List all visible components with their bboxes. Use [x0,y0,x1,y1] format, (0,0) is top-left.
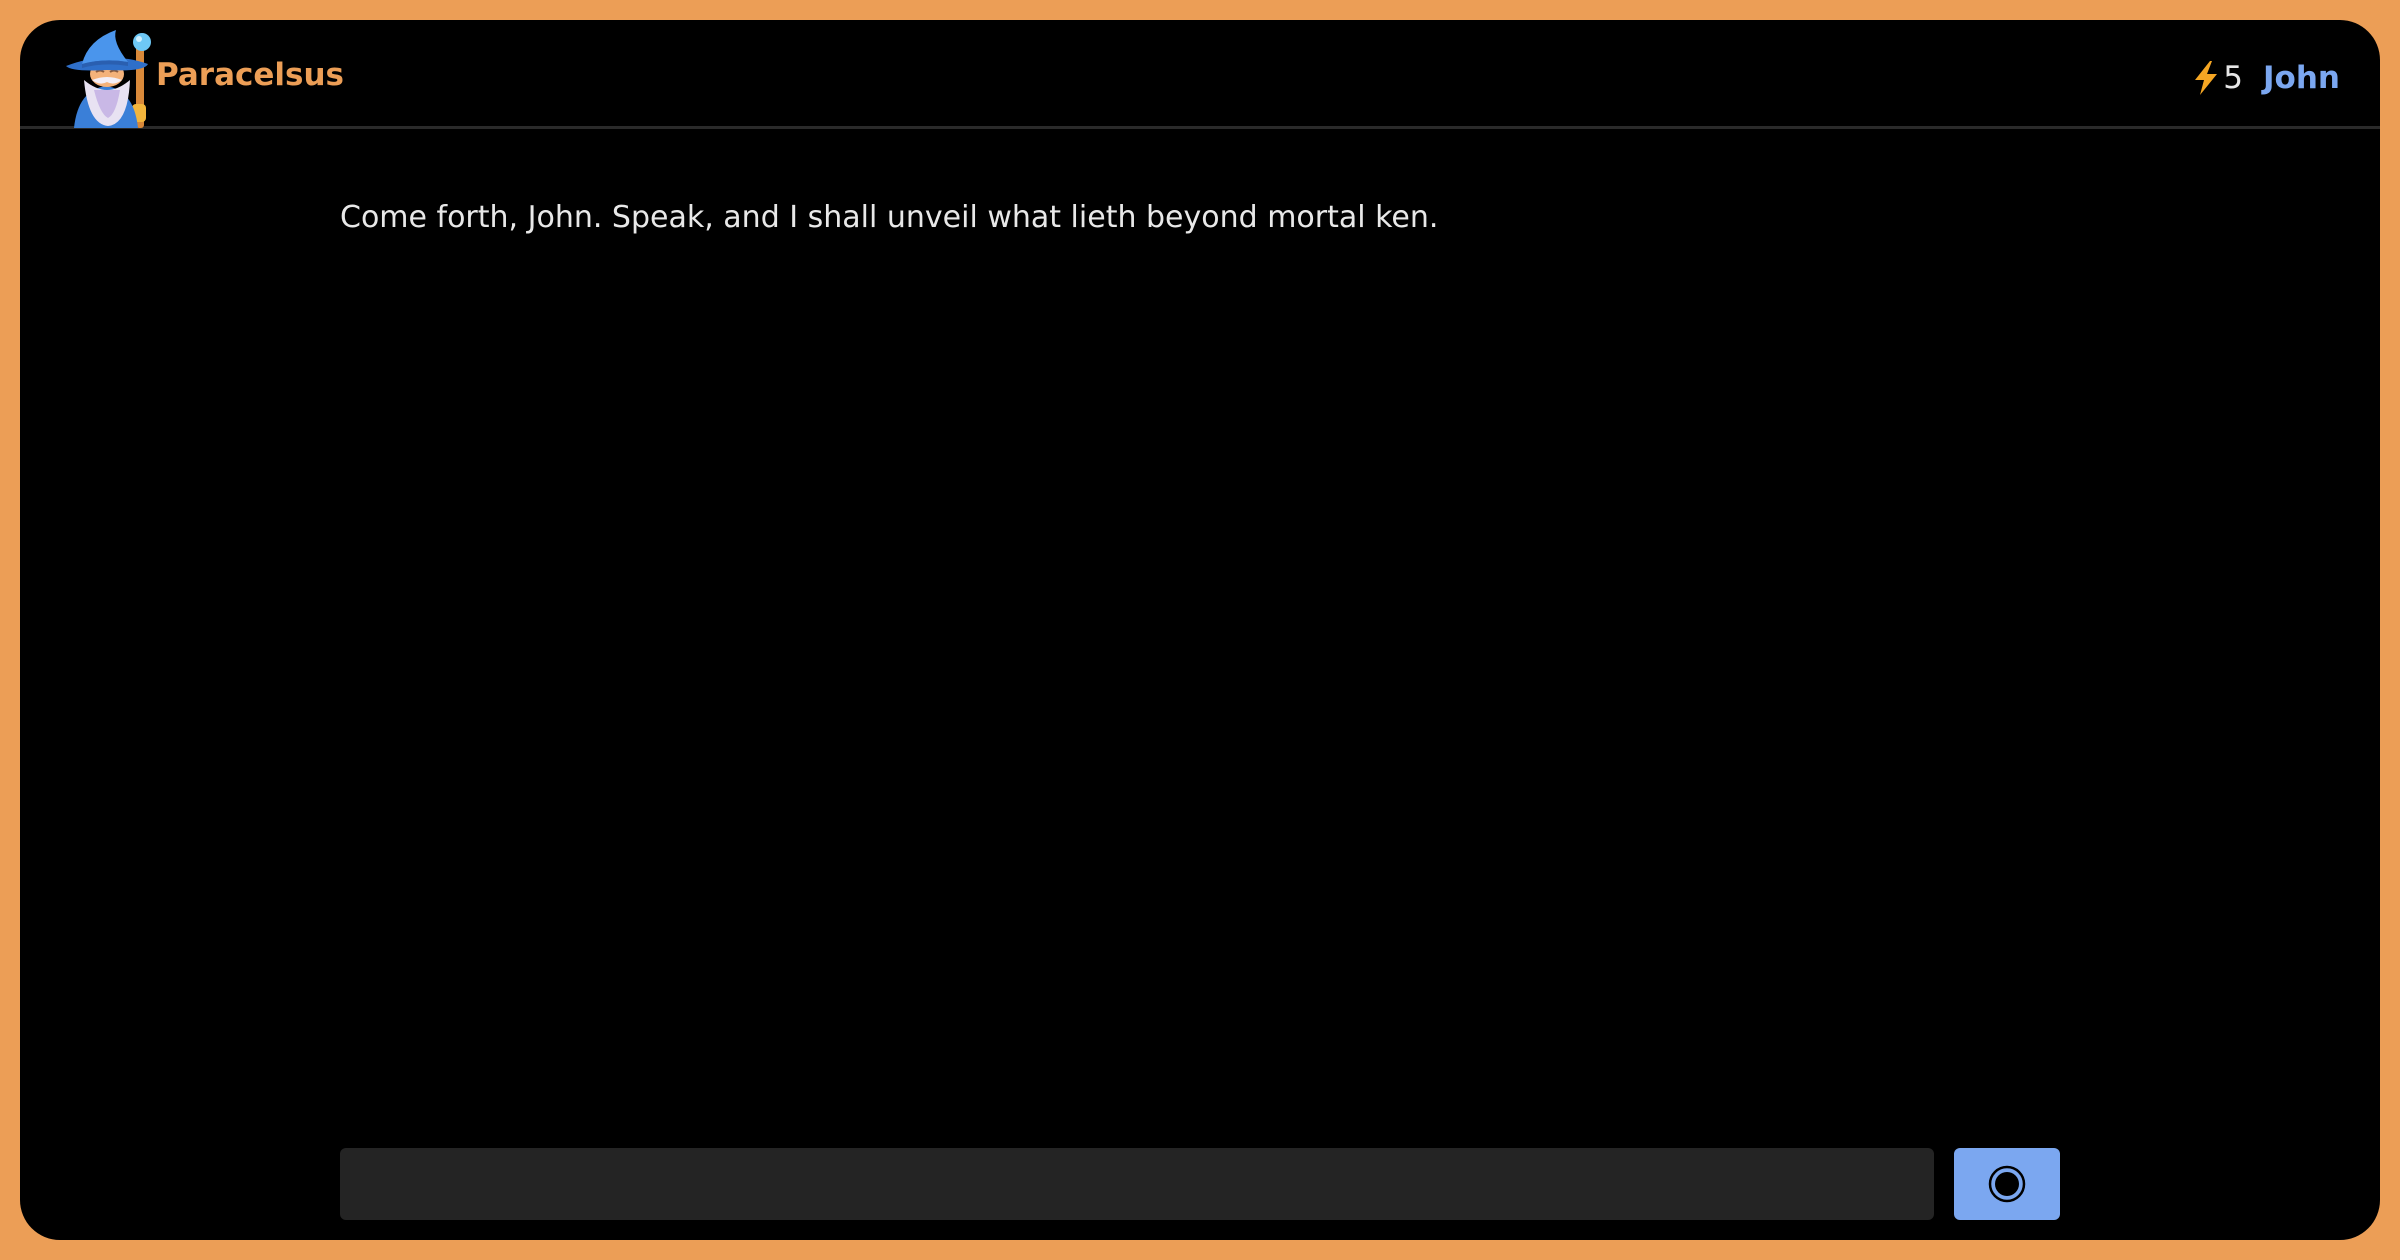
user-name-link[interactable]: John [2263,62,2340,94]
record-circle-icon [1988,1165,2026,1203]
header-right: 5 John [2191,60,2340,96]
assistant-message: Come forth, John. Speak, and I shall unv… [340,200,1439,235]
message-input[interactable] [340,1148,1934,1220]
record-button[interactable] [1954,1148,2060,1220]
brand-name: Paracelsus [156,57,345,93]
credit-count: 5 [2223,59,2244,96]
wizard-icon [64,28,156,128]
header-bar: Paracelsus 5 John [20,20,2380,129]
app-window: Paracelsus 5 John Come forth, John. Spea… [20,20,2380,1240]
lightning-bolt-icon [2191,60,2221,96]
